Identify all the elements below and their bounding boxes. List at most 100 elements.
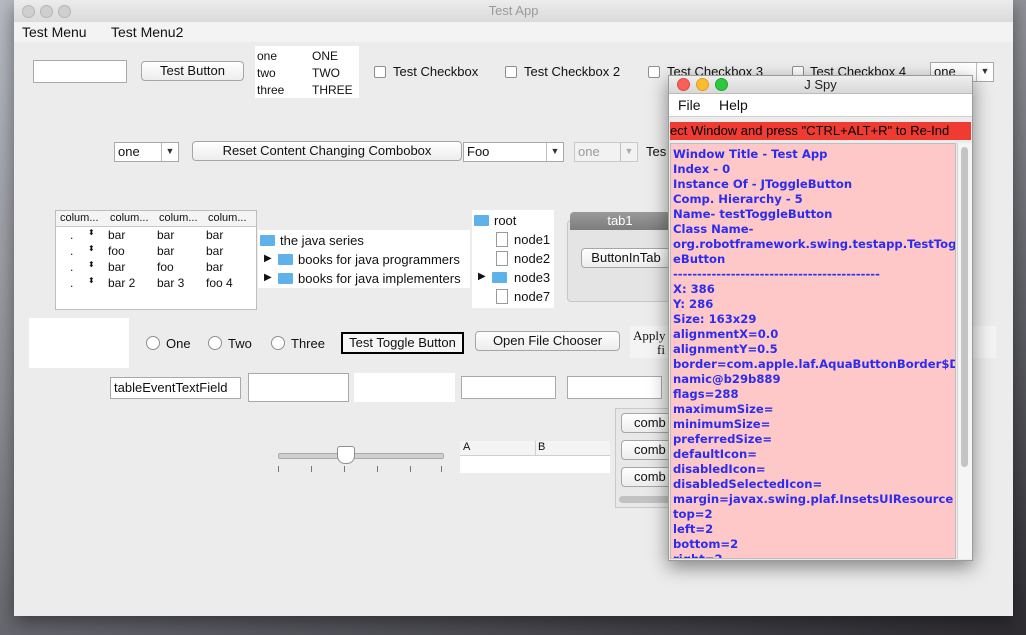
test-checkbox-2[interactable]	[505, 66, 517, 78]
reset-combobox-button[interactable]: Reset Content Changing Combobox	[192, 141, 462, 161]
radio-three[interactable]	[271, 336, 285, 350]
folder-icon	[474, 215, 489, 226]
menu-test-menu2[interactable]: Test Menu2	[111, 24, 183, 40]
combobox-one[interactable]: one ▼	[114, 142, 179, 162]
jspy-property-line: disabledSelectedIcon=	[673, 477, 823, 491]
book-tree: the java series ▶ books for java program…	[258, 230, 470, 288]
open-file-chooser-button[interactable]: Open File Chooser	[475, 331, 620, 351]
column-header[interactable]: colum...	[159, 212, 198, 224]
table-cell[interactable]: bar	[206, 260, 223, 274]
spinner-cell[interactable]: .	[70, 260, 73, 274]
column-header[interactable]: colum...	[60, 212, 99, 224]
jspy-property-line: Y: 286	[673, 297, 714, 311]
test-checkbox-3[interactable]	[648, 66, 660, 78]
jspy-window: J Spy File Help ect Window and press "CT…	[668, 75, 973, 561]
node-tree: root node1 node2 ▶ node3 node7	[472, 210, 554, 308]
tick	[311, 466, 312, 472]
window-title: Test App	[488, 3, 539, 18]
tree-node-label: node3	[514, 270, 551, 285]
chevron-down-icon: ▼	[620, 143, 637, 161]
jspy-menu-file[interactable]: File	[678, 97, 701, 113]
list-item[interactable]: two	[257, 65, 284, 82]
text-field-5[interactable]	[567, 376, 662, 399]
radio-label: One	[166, 336, 191, 351]
test-toggle-button[interactable]: Test Toggle Button	[341, 332, 464, 354]
disabled-combobox: one ▼	[574, 142, 638, 162]
folder-icon	[278, 273, 293, 284]
spinner-cell[interactable]: .	[70, 276, 73, 290]
test-button[interactable]: Test Button	[141, 61, 244, 81]
table-cell[interactable]: bar 3	[157, 276, 184, 290]
list-item[interactable]: THREE	[312, 82, 353, 99]
test-table: colum... colum... colum... colum... . ⬍ …	[55, 210, 257, 310]
jspy-property-line: bottom=2	[673, 537, 739, 551]
list-item[interactable]: three	[257, 82, 284, 99]
table-row[interactable]: . ⬍ bar bar bar	[56, 228, 256, 244]
column-header[interactable]: A	[463, 441, 470, 453]
jspy-property-line: left=2	[673, 522, 714, 536]
spinner-arrows-icon: ⬍	[88, 228, 95, 237]
radio-one[interactable]	[146, 336, 160, 350]
column-header[interactable]: B	[538, 441, 545, 453]
test-checkbox-1[interactable]	[374, 66, 386, 78]
menu-test-menu[interactable]: Test Menu	[22, 24, 87, 40]
table-cell[interactable]: foo	[157, 260, 174, 274]
jspy-menu-help[interactable]: Help	[719, 97, 748, 113]
radio-two[interactable]	[208, 336, 222, 350]
table-cell[interactable]: bar	[157, 228, 174, 242]
list-item[interactable]: ONE	[312, 48, 353, 65]
spinner-arrows-icon: ⬍	[88, 276, 95, 285]
jspy-property-line: Window Title - Test App	[673, 147, 828, 161]
expand-arrow-icon[interactable]: ▶	[264, 253, 272, 264]
slider-thumb[interactable]	[337, 446, 355, 464]
list-item[interactable]: one	[257, 48, 284, 65]
column-header[interactable]: colum...	[110, 212, 149, 224]
list-right: ONE TWO THREE	[312, 48, 353, 99]
text-field-2[interactable]	[248, 373, 349, 402]
radio-label: Two	[228, 336, 252, 351]
chevron-down-icon: ▼	[976, 63, 993, 81]
spinner-cell[interactable]: .	[70, 228, 73, 242]
tree-node-label: node1	[514, 232, 551, 247]
button-in-tab[interactable]: ButtonInTab	[581, 248, 671, 268]
tab-tab1[interactable]: tab1	[570, 212, 670, 230]
table-cell[interactable]: bar	[206, 228, 223, 242]
jspy-property-line: preferredSize=	[673, 432, 773, 446]
table-cell[interactable]: bar	[206, 244, 223, 258]
table-cell[interactable]: foo	[108, 244, 125, 258]
apply-label-2: fi	[657, 342, 665, 357]
expand-arrow-icon[interactable]: ▶	[264, 272, 272, 283]
jspy-property-line: org.robotframework.swing.testapp.TestTog…	[673, 237, 956, 251]
table-cell[interactable]: bar	[108, 228, 125, 242]
table-cell[interactable]: bar	[157, 244, 174, 258]
expand-arrow-icon[interactable]: ▶	[478, 271, 486, 282]
test-list: one two three ONE TWO THREE	[255, 46, 359, 98]
text-field-4[interactable]	[461, 376, 556, 399]
test-text-field[interactable]	[33, 60, 127, 83]
spinner-cell[interactable]: .	[70, 244, 73, 258]
combobox-foo[interactable]: Foo ▼	[463, 142, 564, 162]
table-cell[interactable]: foo 4	[206, 276, 233, 290]
text-area-3[interactable]	[354, 373, 455, 402]
table-cell[interactable]: bar	[108, 260, 125, 274]
spinner-arrows-icon: ⬍	[88, 260, 95, 269]
slider[interactable]	[278, 446, 444, 478]
jspy-property-line: maximumSize=	[673, 402, 774, 416]
jspy-property-line: disabledIcon=	[673, 462, 766, 476]
jspy-instruction-banner: ect Window and press "CTRL+ALT+R" to Re-…	[670, 122, 971, 140]
jspy-property-line: alignmentX=0.0	[673, 327, 779, 341]
horizontal-scrollbar[interactable]	[619, 496, 671, 503]
tree-node-label: books for java programmers	[298, 252, 460, 267]
table-cell[interactable]: bar 2	[108, 276, 135, 290]
list-left: one two three	[257, 48, 284, 99]
jspy-vertical-scrollbar[interactable]	[957, 143, 972, 559]
table-row[interactable]: . ⬍ bar foo bar	[56, 260, 256, 276]
column-header[interactable]: colum...	[208, 212, 247, 224]
tick	[377, 466, 378, 472]
table-row[interactable]: . ⬍ foo bar bar	[56, 244, 256, 260]
scrollbar-thumb[interactable]	[961, 147, 968, 467]
list-item[interactable]: TWO	[312, 65, 353, 82]
table-row[interactable]: . ⬍ bar 2 bar 3 foo 4	[56, 276, 256, 292]
table-body: . ⬍ bar bar bar . ⬍ foo bar bar . ⬍ bar	[56, 228, 256, 292]
table-event-text-field[interactable]: tableEventTextField	[110, 377, 241, 399]
